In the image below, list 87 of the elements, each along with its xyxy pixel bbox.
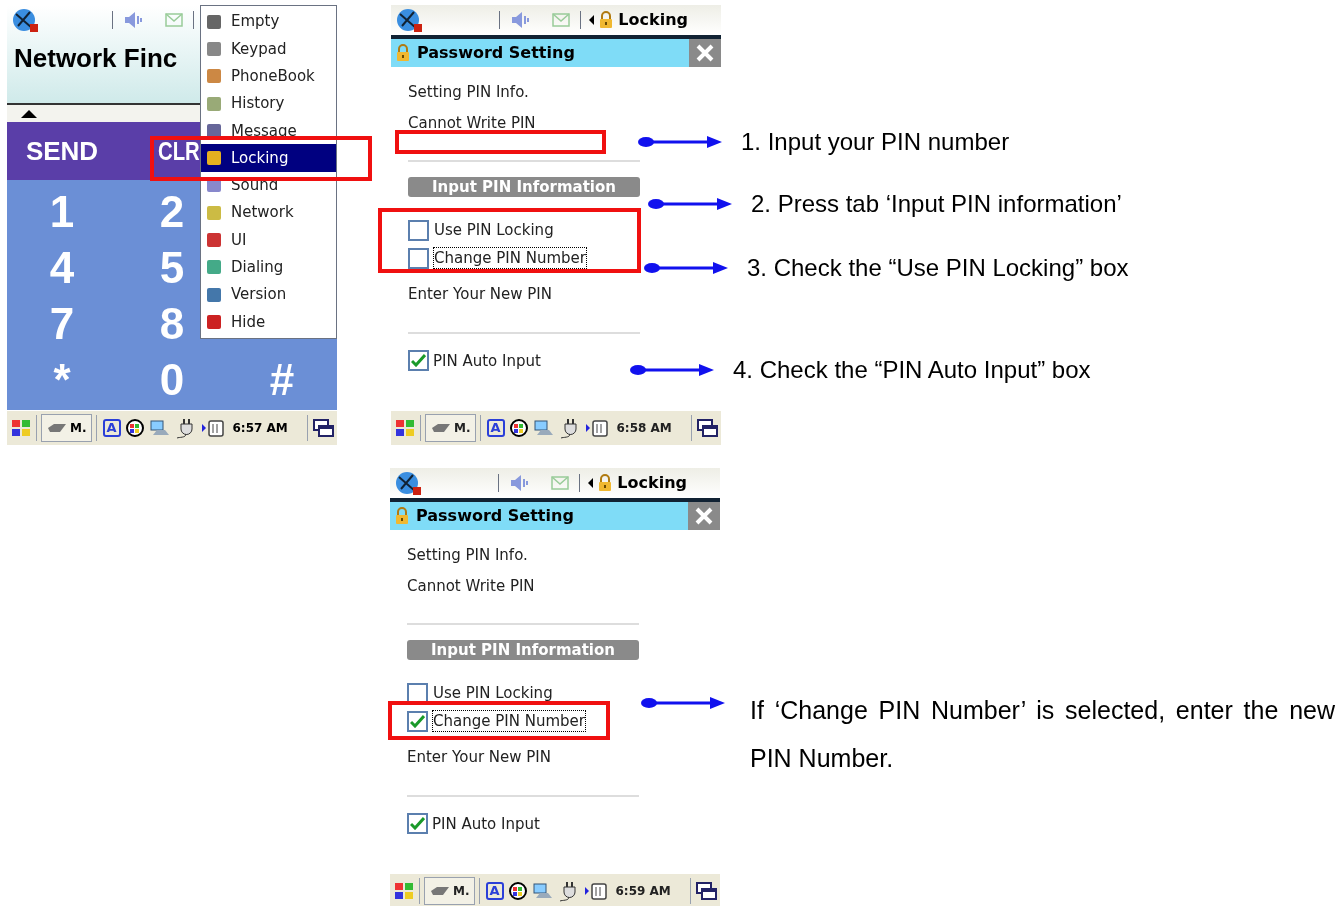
- menu-item-icon: [205, 285, 223, 304]
- taskbar-app-button[interactable]: M.: [424, 877, 475, 905]
- checkbox[interactable]: [407, 682, 428, 704]
- windows-icon[interactable]: [312, 418, 334, 438]
- battery-icon[interactable]: [583, 881, 608, 901]
- option-label[interactable]: Use PIN Locking: [433, 219, 555, 241]
- input-method-icon[interactable]: A: [486, 419, 505, 437]
- menu-item[interactable]: Keypad: [201, 35, 336, 63]
- instruction-text: If ‘Change PIN Number’ is selected, enter the new PIN Number.: [750, 695, 1335, 774]
- option-label[interactable]: Change PIN Number: [432, 710, 586, 732]
- info-label: Setting PIN Info.: [408, 82, 530, 103]
- menu-item[interactable]: Locking: [201, 144, 336, 172]
- field-label: Enter Your New PIN: [408, 284, 553, 305]
- envelope-icon: [165, 12, 183, 28]
- checkbox[interactable]: [408, 247, 429, 269]
- menu-item-icon: [205, 67, 223, 86]
- menu-item-icon: [205, 258, 223, 277]
- menu-item[interactable]: PhoneBook: [201, 62, 336, 90]
- lock-icon: [597, 474, 614, 492]
- menu-item-icon: [205, 231, 223, 249]
- menu-item-icon: [205, 149, 223, 168]
- window-title: Password Setting: [416, 505, 574, 527]
- checkbox[interactable]: [408, 219, 429, 241]
- left-arrow-icon[interactable]: [588, 478, 594, 488]
- send-button[interactable]: SEND: [7, 131, 117, 171]
- close-button[interactable]: [689, 39, 721, 67]
- status-title: Locking: [617, 472, 687, 494]
- windows-icon[interactable]: [696, 418, 718, 438]
- color-ball-icon[interactable]: [508, 418, 529, 438]
- status-text: Cannot Write PIN: [407, 575, 536, 597]
- screen-title: Network Finc: [14, 42, 178, 75]
- battery-icon[interactable]: [200, 418, 225, 438]
- lock-icon: [598, 11, 615, 29]
- clear-button[interactable]: CLR: [158, 131, 200, 171]
- menu-item-icon: [205, 312, 223, 331]
- color-ball-icon[interactable]: [124, 418, 145, 438]
- speaker-icon: [123, 11, 143, 29]
- menu-item-icon: [205, 203, 223, 222]
- speaker-icon: [510, 11, 531, 29]
- status-title: Locking: [618, 9, 688, 31]
- menu-item-icon: [205, 12, 223, 31]
- window-title: Password Setting: [417, 42, 575, 64]
- clock-time: 6:59 AM: [615, 883, 671, 900]
- windows-icon[interactable]: [695, 881, 717, 901]
- lock-icon: [394, 507, 410, 525]
- envelope-icon: [551, 475, 570, 491]
- checkbox[interactable]: [407, 710, 428, 732]
- check-icon: [410, 714, 425, 728]
- envelope-icon: [552, 12, 571, 28]
- close-icon: [696, 44, 714, 62]
- checkbox[interactable]: [408, 350, 429, 372]
- menu-item-icon: [205, 94, 223, 113]
- check-icon: [411, 354, 426, 368]
- instruction-text: 3. Check the “Use PIN Locking” box: [747, 253, 1129, 283]
- close-button[interactable]: [688, 502, 720, 530]
- lock-icon: [395, 44, 411, 62]
- left-arrow-icon[interactable]: [589, 15, 595, 25]
- instruction-text: 2. Press tab ‘Input PIN information’: [751, 189, 1122, 219]
- menu-item[interactable]: Empty: [201, 8, 336, 36]
- color-ball-icon[interactable]: [507, 881, 528, 901]
- menu-item-icon: [205, 39, 223, 58]
- checkbox[interactable]: [407, 813, 428, 835]
- close-icon: [695, 507, 713, 525]
- instruction-text: 1. Input your PIN number: [741, 127, 1010, 157]
- battery-icon[interactable]: [584, 418, 609, 438]
- start-flag-icon[interactable]: [10, 418, 32, 438]
- start-flag-icon[interactable]: [393, 881, 415, 901]
- clock-time: 6:58 AM: [616, 420, 672, 437]
- instruction-text: 4. Check the “PIN Auto Input” box: [733, 355, 1091, 385]
- option-label[interactable]: PIN Auto Input: [432, 812, 540, 835]
- menu-item[interactable]: History: [201, 89, 336, 118]
- taskbar-app-button[interactable]: M.: [41, 414, 92, 442]
- start-flag-icon[interactable]: [394, 418, 416, 438]
- input-method-icon[interactable]: A: [485, 882, 504, 900]
- menu-item[interactable]: Message: [201, 117, 336, 145]
- status-text: Cannot Write PIN: [408, 112, 537, 134]
- option-label[interactable]: Use PIN Locking: [432, 682, 554, 704]
- clock-time: 6:57 AM: [232, 420, 288, 437]
- input-method-icon[interactable]: A: [102, 419, 121, 437]
- check-icon: [410, 817, 425, 831]
- option-label[interactable]: Change PIN Number: [433, 247, 587, 269]
- speaker-icon: [509, 474, 530, 492]
- field-label: Enter Your New PIN: [407, 747, 552, 768]
- up-arrow-icon[interactable]: [21, 109, 37, 118]
- info-label: Setting PIN Info.: [407, 545, 529, 566]
- option-label[interactable]: PIN Auto Input: [433, 349, 541, 372]
- taskbar-app-button[interactable]: M.: [425, 414, 476, 442]
